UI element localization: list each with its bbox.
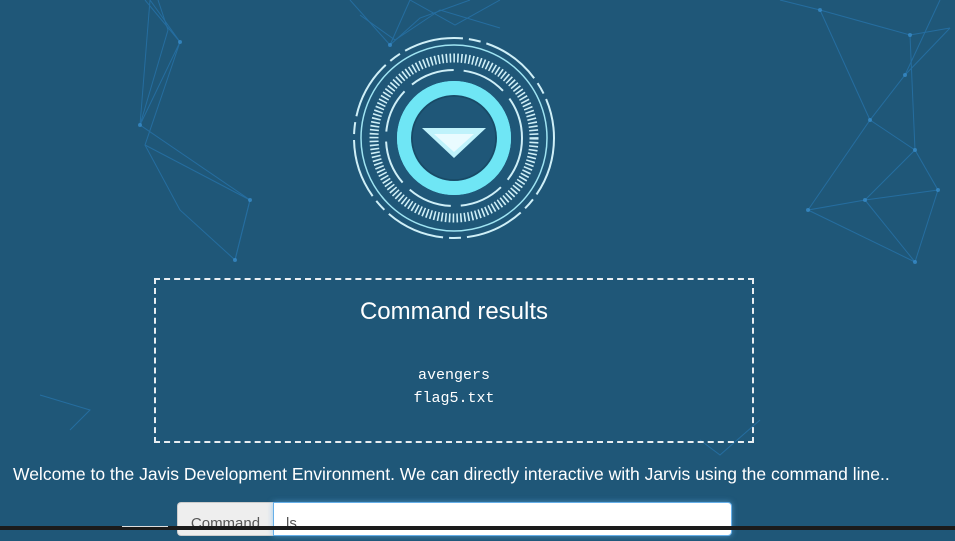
command-input[interactable] xyxy=(273,502,732,536)
results-title: Command results xyxy=(359,298,549,325)
command-label: Command xyxy=(177,502,273,536)
taskbar xyxy=(0,526,955,530)
command-input-group: Command xyxy=(177,502,732,536)
command-results-panel: Command results avengers flag5.txt xyxy=(154,278,754,443)
taskbar-item[interactable] xyxy=(122,526,168,527)
result-line: flag5.txt xyxy=(413,390,495,407)
arc-reactor-triangle-icon xyxy=(353,37,555,239)
results-output: avengers flag5.txt xyxy=(156,364,752,410)
welcome-message: Welcome to the Javis Development Environ… xyxy=(13,464,890,484)
result-line: avengers xyxy=(417,367,490,384)
